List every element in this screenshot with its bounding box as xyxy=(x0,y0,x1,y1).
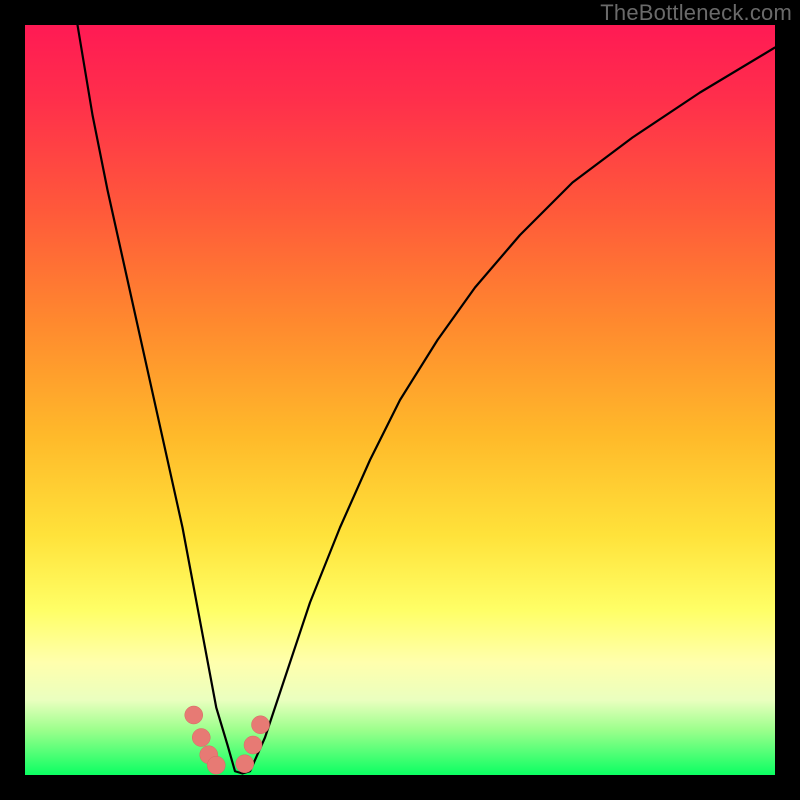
curve-layer xyxy=(25,25,775,775)
bottleneck-curve xyxy=(78,25,776,774)
plot-area xyxy=(25,25,775,775)
curve-marker xyxy=(207,756,225,774)
curve-marker xyxy=(252,716,270,734)
curve-marker xyxy=(192,729,210,747)
chart-frame: TheBottleneck.com xyxy=(0,0,800,800)
curve-marker xyxy=(244,736,262,754)
curve-marker xyxy=(236,755,254,773)
watermark-text: TheBottleneck.com xyxy=(600,0,792,26)
curve-marker xyxy=(185,706,203,724)
